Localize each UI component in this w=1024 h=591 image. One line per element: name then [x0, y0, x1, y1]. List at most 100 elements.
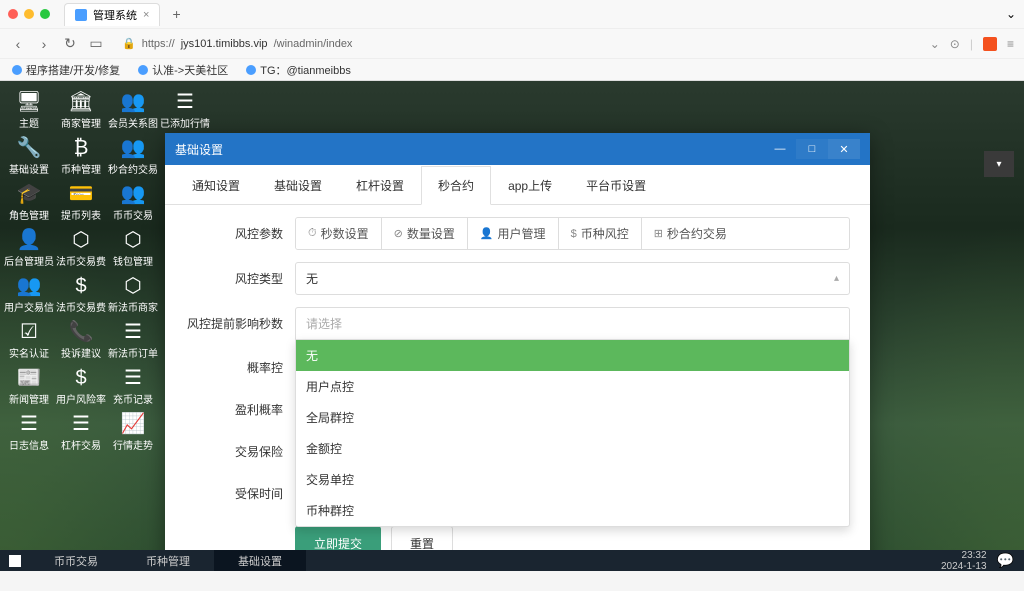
dropdown-option[interactable]: 用户点控	[296, 371, 849, 402]
addr-actions: ⌄ ⊙ | ≡	[930, 37, 1014, 51]
taskbar-right: 23:32 2024-1-13 💬	[941, 550, 1024, 572]
taskbar-clock[interactable]: 23:32 2024-1-13	[941, 550, 987, 572]
dropdown-option[interactable]: 币种群控	[296, 495, 849, 526]
modal-close-button[interactable]: ✕	[828, 139, 860, 159]
taskbar-item[interactable]: 币种管理	[122, 550, 214, 571]
modal-tab[interactable]: 基础设置	[257, 166, 339, 205]
more-icon[interactable]: ≡	[1007, 37, 1014, 51]
btn-icon: $	[571, 228, 577, 240]
desktop-icon[interactable]: ⬡钱包管理	[108, 227, 158, 271]
desktop-icon[interactable]: 👥秒合约交易	[108, 135, 158, 179]
desktop-icon[interactable]: 📰新闻管理	[4, 365, 54, 409]
risk-param-button[interactable]: ⏱秒数设置	[296, 218, 382, 249]
modal-body: 风控参数 ⏱秒数设置⊘数量设置👤用户管理$币种风控⊞秒合约交易 风控类型 无 ▴…	[165, 205, 870, 571]
minimize-window[interactable]	[24, 9, 34, 19]
tabs-overflow-icon[interactable]: ⌄	[1006, 7, 1016, 21]
modal-controls: — □ ✕	[764, 139, 860, 159]
modal-tab[interactable]: 通知设置	[175, 166, 257, 205]
bookmark-item[interactable]: TG：@tianmeibbs	[246, 62, 351, 78]
bookmark-icon[interactable]: ▭	[88, 35, 104, 52]
desktop-icon[interactable]: $用户风险率	[56, 365, 106, 409]
desktop-icon[interactable]: ⬡新法币商家	[108, 273, 158, 317]
brave-shield-icon[interactable]	[983, 37, 997, 51]
modal-minimize-button[interactable]: —	[764, 139, 796, 159]
maximize-window[interactable]	[40, 9, 50, 19]
app-icon: 👤	[17, 230, 42, 250]
risk-param-button[interactable]: $币种风控	[559, 218, 642, 249]
risk-param-buttons: ⏱秒数设置⊘数量设置👤用户管理$币种风控⊞秒合约交易	[295, 217, 850, 250]
desktop-icon[interactable]: 👤后台管理员	[4, 227, 54, 271]
desktop-icon[interactable]: ☰充币记录	[108, 365, 158, 409]
risk-type-select[interactable]: 无 ▴	[295, 262, 850, 295]
close-window[interactable]	[8, 9, 18, 19]
desktop-icon[interactable]: ⬡法币交易费	[56, 227, 106, 271]
dropdown-option[interactable]: 金额控	[296, 433, 849, 464]
desktop-icon[interactable]: $法币交易费	[56, 273, 106, 317]
app-icon: 📞	[69, 322, 94, 342]
modal-tab[interactable]: 平台币设置	[569, 166, 663, 205]
taskbar-item[interactable]: 基础设置	[214, 550, 306, 571]
dropdown-option[interactable]: 全局群控	[296, 402, 849, 433]
tab-bar: 管理系统 × + ⌄	[0, 0, 1024, 28]
app-label: 用户风险率	[56, 391, 106, 406]
app-label: 新闻管理	[9, 391, 49, 406]
app-icon: ☑	[20, 322, 38, 342]
desktop-icon[interactable]: 👥用户交易信	[4, 273, 54, 317]
desktop-icon[interactable]: ☰已添加行情	[160, 89, 210, 133]
menu-icon[interactable]: ⊙	[950, 37, 960, 51]
modal-maximize-button[interactable]: □	[796, 139, 828, 159]
desktop-area: ▾ 🖥主题🏛商家管理👥会员关系图☰已添加行情🔧基础设置₿币种管理👥秒合约交易🎓角…	[0, 81, 1024, 571]
start-button[interactable]	[0, 555, 30, 567]
taskbar-item[interactable]: 币币交易	[30, 550, 122, 571]
desktop-icon[interactable]: 💳提币列表	[56, 181, 106, 225]
desktop-icon[interactable]: ☰杠杆交易	[56, 411, 106, 455]
desktop-icon[interactable]: 👥币币交易	[108, 181, 158, 225]
address-bar: ‹ › ↻ ▭ 🔒 https://jys101.timibbs.vip/win…	[0, 28, 1024, 58]
desktop-icon[interactable]: ☰新法币订单	[108, 319, 158, 363]
risk-param-button[interactable]: ⊘数量设置	[382, 218, 468, 249]
back-button[interactable]: ‹	[10, 36, 26, 52]
modal-tab[interactable]: 秒合约	[421, 166, 491, 205]
dropdown-option[interactable]: 无	[296, 340, 849, 371]
forward-button[interactable]: ›	[36, 36, 52, 52]
desktop-icon[interactable]: ₿币种管理	[56, 135, 106, 179]
bookmark-item[interactable]: 认准->天美社区	[138, 62, 228, 78]
bookmarks-bar: 程序搭建/开发/修复 认准->天美社区 TG：@tianmeibbs	[0, 58, 1024, 80]
app-label: 法币交易费	[56, 253, 106, 268]
app-label: 用户交易信	[4, 299, 54, 314]
desktop-icon[interactable]: 👥会员关系图	[108, 89, 158, 133]
chat-icon[interactable]: 💬	[997, 552, 1014, 569]
desktop-icon[interactable]: 🖥主题	[4, 89, 54, 133]
desktop-icon[interactable]: 🎓角色管理	[4, 181, 54, 225]
settings-modal: 基础设置 — □ ✕ 通知设置基础设置杠杆设置秒合约app上传平台币设置 风控参…	[165, 133, 870, 571]
tab-close-icon[interactable]: ×	[143, 9, 149, 21]
user-menu-toggle[interactable]: ▾	[984, 151, 1014, 177]
desktop-icon[interactable]: 📞投诉建议	[56, 319, 106, 363]
modal-tab[interactable]: 杠杆设置	[339, 166, 421, 205]
desktop-icon[interactable]: 🏛商家管理	[56, 89, 106, 133]
risk-param-button[interactable]: ⊞秒合约交易	[642, 218, 739, 249]
app-label: 新法币商家	[108, 299, 158, 314]
desktop-icon[interactable]: ☰日志信息	[4, 411, 54, 455]
desktop-icon[interactable]: ☑实名认证	[4, 319, 54, 363]
app-label: 秒合约交易	[108, 161, 158, 176]
browser-tab[interactable]: 管理系统 ×	[64, 3, 160, 26]
app-icon: ⬡	[124, 230, 141, 250]
advance-sec-select[interactable]: 请选择	[295, 307, 850, 340]
desktop-icon[interactable]: 📈行情走势	[108, 411, 158, 455]
reload-button[interactable]: ↻	[62, 35, 78, 52]
app-icon: 🔧	[17, 138, 42, 158]
new-tab-button[interactable]: +	[166, 6, 186, 22]
desktop-icon[interactable]: 🔧基础设置	[4, 135, 54, 179]
app-icon: 👥	[121, 92, 146, 112]
bookmark-item[interactable]: 程序搭建/开发/修复	[12, 62, 120, 78]
modal-titlebar[interactable]: 基础设置 — □ ✕	[165, 133, 870, 165]
extensions-icon[interactable]: ⌄	[930, 37, 940, 51]
url-field[interactable]: 🔒 https://jys101.timibbs.vip/winadmin/in…	[114, 34, 920, 53]
dropdown-option[interactable]: 交易单控	[296, 464, 849, 495]
app-icon: ₿	[74, 138, 89, 158]
modal-tab[interactable]: app上传	[491, 166, 569, 205]
app-icon: ☰	[20, 414, 38, 434]
risk-param-button[interactable]: 👤用户管理	[468, 218, 559, 249]
browser-chrome: 管理系统 × + ⌄ ‹ › ↻ ▭ 🔒 https://jys101.timi…	[0, 0, 1024, 81]
